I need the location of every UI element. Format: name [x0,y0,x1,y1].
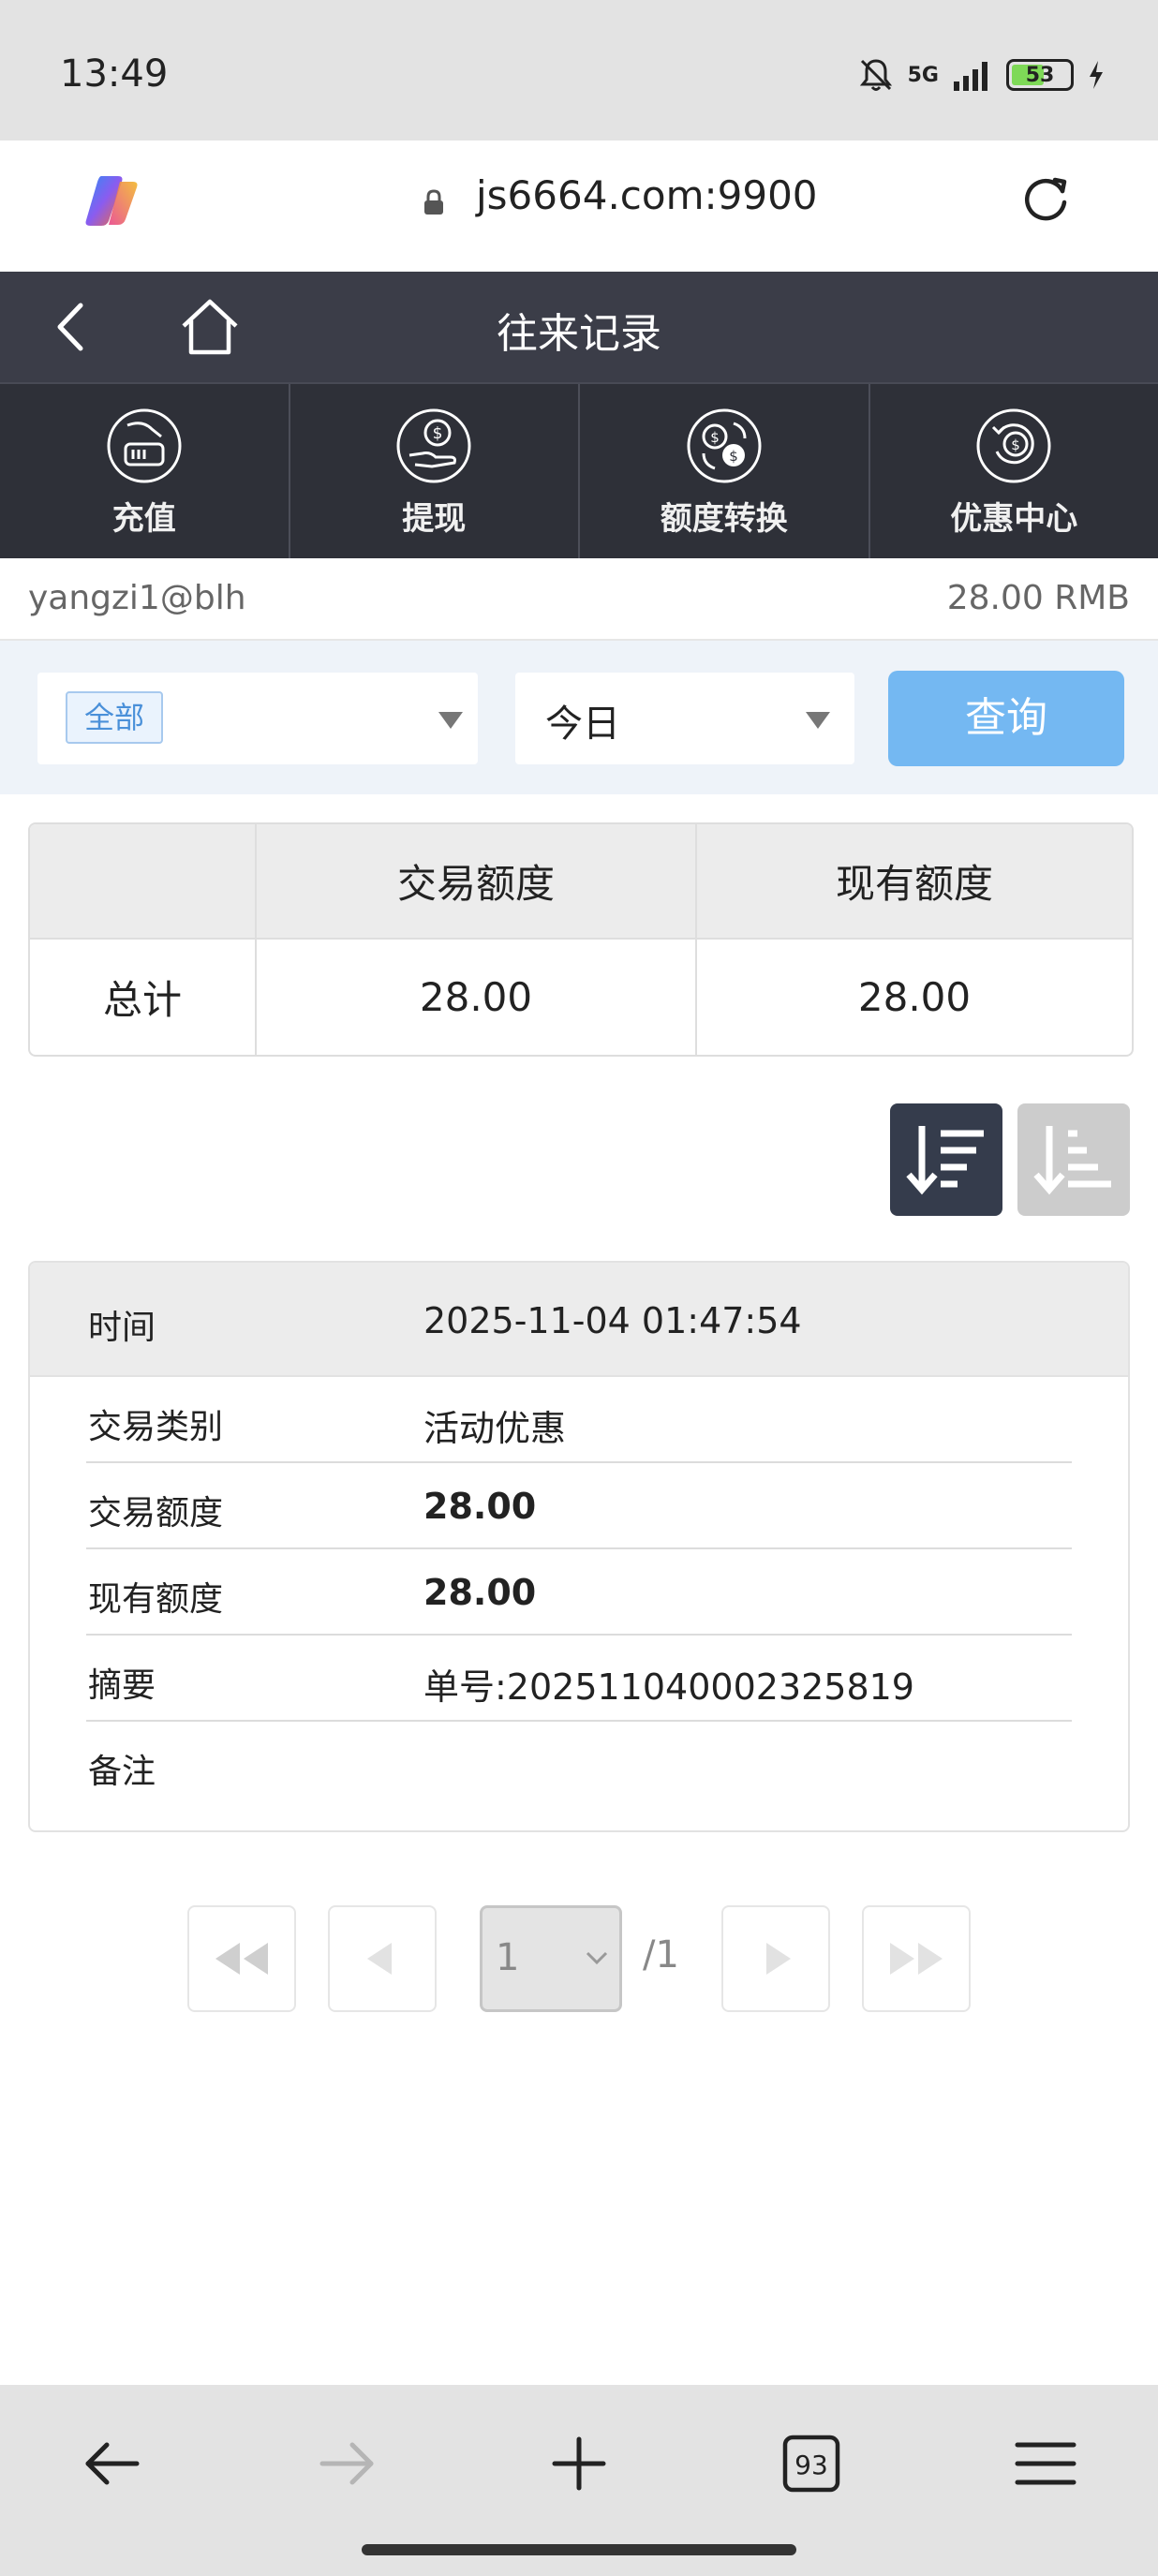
record-summary-label: 摘要 [88,1666,156,1705]
address-bar[interactable]: js6664.com:9900 [34,144,1124,253]
svg-text:$: $ [433,424,443,443]
battery-icon: 53 [1006,59,1074,91]
pagination: 1 /1 [0,1905,1158,2014]
new-tab-icon[interactable] [542,2426,616,2501]
record-time-value: 2025-11-04 01:47:54 [423,1300,802,1341]
record-type-label: 交易类别 [88,1408,224,1446]
battery-level: 53 [1025,63,1055,87]
nav-item-deposit[interactable]: 充值 [0,384,290,558]
promo-icon: $ [976,408,1051,483]
status-icons: 5G 53 [857,56,1106,94]
network-label: 5G [907,63,939,87]
period-select[interactable]: 今日 [515,673,854,764]
first-page-button[interactable] [187,1905,296,2012]
record-note-row: 备注 [86,1722,1072,1808]
chevron-down-icon [586,1951,608,1965]
summary-total-row: 总计 28.00 28.00 [30,940,1132,1055]
tab-count-text: 93 [794,2450,828,2480]
record-type-value: 活动优惠 [423,1408,567,1449]
prev-page-icon [367,1943,392,1975]
summary-total-amount: 28.00 [257,940,697,1055]
chevron-down-icon [438,712,463,729]
transfer-icon: $ $ [687,408,762,483]
sort-desc-button[interactable] [890,1103,1002,1216]
page-current: 1 [496,1936,520,1979]
record-summary-row: 摘要 单号:202511040002325819 [86,1636,1072,1722]
type-chip[interactable]: 全部 [66,691,164,744]
nav-item-promo[interactable]: $ 优惠中心 [870,384,1158,558]
nav-label: 提现 [402,500,467,538]
nav-item-transfer[interactable]: $ $ 额度转换 [580,384,870,558]
record-summary-value: 单号:202511040002325819 [423,1666,914,1708]
menu-icon[interactable] [1008,2426,1083,2501]
signal-icon [954,62,987,91]
filter-bar: 全部 今日 查询 [0,641,1158,794]
deposit-icon [107,408,182,483]
record-time-row: 时间 2025-11-04 01:47:54 [30,1263,1128,1377]
home-indicator[interactable] [362,2544,796,2555]
status-bar: 13:49 5G 53 [0,0,1158,141]
prev-page-button[interactable] [328,1905,437,2012]
record-balance-value: 28.00 [423,1572,537,1613]
last-page-icon [890,1943,943,1975]
summary-total-label: 总计 [30,940,257,1055]
type-select[interactable]: 全部 [37,673,478,764]
app-header: 往来记录 [0,272,1158,382]
status-time: 13:49 [60,52,169,96]
query-button[interactable]: 查询 [888,671,1124,766]
summary-header-cell: 现有额度 [835,861,993,907]
tabs-icon: 93 [782,2435,840,2493]
nav-item-withdraw[interactable]: $ 提现 [290,384,580,558]
url-text[interactable]: js6664.com:9900 [476,172,818,218]
first-page-icon [215,1943,268,1975]
account-username: yangzi1@blh [28,579,246,617]
browser-bottom-bar: 93 [0,2385,1158,2576]
account-row: yangzi1@blh 28.00 RMB [0,558,1158,641]
svg-text:$: $ [1011,437,1020,453]
summary-header-cell: 交易额度 [257,824,697,938]
record-note-label: 备注 [88,1753,156,1791]
svg-text:$: $ [710,429,720,446]
nav-label: 优惠中心 [950,500,1078,538]
record-balance-row: 现有额度 28.00 [86,1549,1072,1636]
account-balance: 28.00 RMB [946,579,1130,617]
back-arrow-icon[interactable] [75,2426,150,2501]
withdraw-icon: $ [396,408,471,483]
refresh-icon[interactable] [1017,170,1074,227]
next-page-button[interactable] [721,1905,830,2012]
last-page-button[interactable] [862,1905,971,2012]
record-amount-row: 交易额度 28.00 [86,1463,1072,1549]
tabs-button[interactable]: 93 [774,2426,849,2501]
icon-nav: 充值 $ 提现 $ $ 额度转换 $ 优惠中心 [0,382,1158,558]
sort-asc-icon [1033,1126,1111,1195]
charging-icon [1090,61,1103,89]
page-select[interactable]: 1 [480,1905,622,2012]
period-value: 今日 [545,703,620,746]
next-page-icon [766,1943,791,1975]
page-title: 往来记录 [497,310,661,358]
record-amount-value: 28.00 [423,1486,537,1527]
sort-desc-icon [906,1126,984,1195]
nav-label: 充值 [111,500,176,538]
browser-logo-icon [85,176,138,226]
nav-label: 额度转换 [660,500,788,538]
summary-table: 交易额度 现有额度 总计 28.00 28.00 [28,822,1134,1057]
record-balance-label: 现有额度 [88,1580,224,1619]
page-total: /1 [643,1933,679,1976]
svg-text:$: $ [729,448,738,465]
record-card: 时间 2025-11-04 01:47:54 交易类别 活动优惠 交易额度 28… [28,1261,1130,1832]
summary-total-balance: 28.00 [857,974,972,1020]
forward-arrow-icon[interactable] [309,2426,384,2501]
lock-icon [424,189,443,215]
summary-header-row: 交易额度 现有额度 [30,824,1132,940]
summary-header-cell [30,824,257,938]
record-type-row: 交易类别 活动优惠 [86,1377,1072,1463]
mute-icon [859,59,892,91]
record-time-label: 时间 [88,1309,156,1347]
chevron-down-icon [806,712,830,729]
record-amount-label: 交易额度 [88,1494,224,1532]
sort-asc-button[interactable] [1017,1103,1130,1216]
